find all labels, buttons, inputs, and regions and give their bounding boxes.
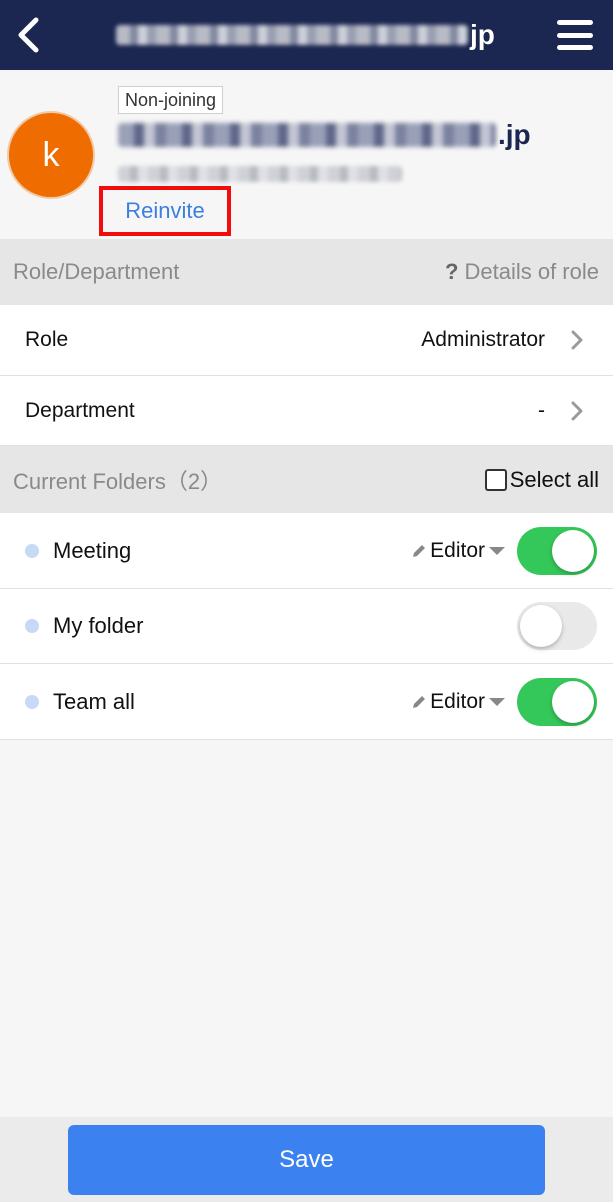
redacted-title (116, 25, 468, 45)
folder-bullet-icon (25, 543, 39, 558)
caret-down-icon (489, 697, 505, 706)
reinvite-button[interactable]: Reinvite (99, 186, 231, 236)
status-badge: Non-joining (118, 86, 224, 114)
folder-bullet-icon (25, 694, 39, 709)
folder-access-toggle[interactable] (517, 602, 597, 650)
member-profile-header: k Non-joining .jp Reinvite (0, 70, 613, 239)
title-suffix: jp (470, 19, 495, 50)
checkbox-icon (484, 468, 507, 491)
top-navigation-bar: jp (0, 0, 613, 70)
member-name-suffix: .jp (498, 119, 531, 150)
redacted-email (118, 166, 402, 182)
folder-row-my-folder: My folder (0, 589, 613, 664)
permission-dropdown[interactable]: Editor (410, 539, 505, 563)
department-row[interactable]: Department - (0, 376, 613, 446)
permission-label: Editor (430, 689, 485, 713)
save-button[interactable]: Save (68, 1125, 545, 1195)
details-of-role-label: Details of role (464, 259, 599, 284)
question-icon: ? (445, 259, 459, 284)
chevron-right-icon (567, 401, 587, 421)
folder-access-toggle[interactable] (517, 526, 597, 575)
role-label: Role (25, 328, 69, 351)
redacted-name (118, 123, 496, 147)
role-section-header: Role/Department ? Details of role (0, 239, 613, 305)
select-all-checkbox[interactable]: Select all (484, 466, 599, 493)
avatar: k (9, 113, 93, 197)
folder-name: Meeting (53, 537, 132, 563)
folders-section-title: Current Folders（2） (13, 468, 223, 494)
permission-label: Editor (430, 538, 485, 562)
select-all-label: Select all (509, 466, 599, 492)
pencil-icon (413, 695, 426, 708)
role-row[interactable]: Role Administrator (0, 305, 613, 376)
folder-name: My folder (53, 613, 144, 638)
department-value: - (538, 398, 545, 422)
role-section-title: Role/Department (13, 259, 180, 284)
caret-down-icon (489, 546, 505, 555)
page-title: jp (116, 18, 495, 52)
permission-dropdown[interactable]: Editor (410, 690, 505, 714)
back-button[interactable] (8, 15, 48, 55)
folder-row-meeting: Meeting Editor (0, 513, 613, 589)
hamburger-menu-icon[interactable] (557, 20, 593, 50)
role-value: Administrator (421, 328, 545, 351)
folders-section-header: Current Folders（2） Select all (0, 446, 613, 513)
pencil-icon (413, 544, 426, 557)
folder-row-team-all: Team all Editor (0, 664, 613, 740)
folder-access-toggle[interactable] (517, 677, 597, 726)
chevron-right-icon (567, 330, 587, 350)
folder-bullet-icon (25, 619, 39, 633)
details-of-role-link[interactable]: ? Details of role (445, 259, 599, 285)
department-label: Department (25, 398, 135, 422)
chevron-left-icon (18, 17, 39, 53)
bottom-action-bar: Save (0, 1117, 613, 1202)
member-name: .jp (118, 118, 531, 152)
folder-name: Team all (53, 688, 135, 714)
